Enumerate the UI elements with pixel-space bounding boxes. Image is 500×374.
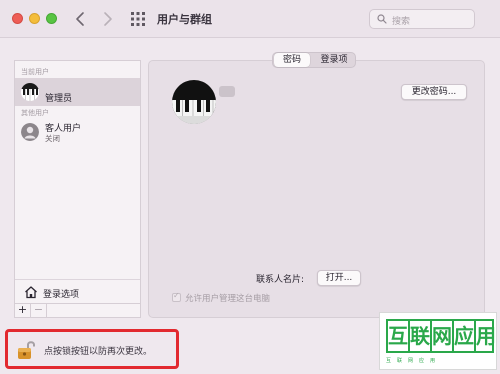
lock-highlight-box: 点按锁按钮以防再次更改。 (5, 329, 179, 369)
contact-card-label: 联系人名片: (256, 275, 305, 285)
tab-bar: 密码 登录项 (272, 52, 356, 68)
watermark-char-5: 用 (474, 319, 496, 353)
current-users-label: 当前用户 (21, 68, 49, 76)
watermark-char-4: 应 (452, 319, 476, 353)
window-title: 用户与群组 (157, 13, 212, 26)
open-contact-card-button[interactable]: 打开... (317, 270, 361, 286)
minimize-window-button[interactable] (29, 13, 40, 24)
allow-admin-label: 允许用户管理这台电脑 (185, 294, 271, 304)
search-placeholder: 搜索 (392, 17, 411, 27)
other-users-label: 其他用户 (21, 109, 49, 117)
site-watermark-logo: 互 联 网 应 用 互联网应用 (379, 312, 497, 370)
allow-admin-row: 允许用户管理这台电脑 (172, 291, 271, 304)
title-bar: 用户与群组 搜索 (0, 0, 500, 38)
tab-login-items[interactable]: 登录项 (313, 53, 355, 67)
change-password-button[interactable]: 更改密码... (401, 84, 467, 100)
tab-password[interactable]: 密码 (274, 53, 310, 67)
login-options-item[interactable]: 登录选项 (15, 283, 140, 303)
close-window-button[interactable] (12, 13, 23, 24)
allow-admin-checkbox[interactable] (172, 291, 181, 302)
avatar-edit-badge[interactable] (219, 86, 235, 97)
forward-arrow-icon[interactable] (100, 10, 116, 28)
watermark-char-2: 联 (408, 319, 432, 353)
user-name-admin: 管理员 (45, 94, 73, 104)
remove-user-button[interactable]: − (31, 304, 47, 317)
guest-avatar-icon (21, 123, 39, 141)
user-item-guest[interactable]: 客人用户 关闭 (15, 118, 140, 146)
zoom-window-button[interactable] (46, 13, 57, 24)
add-user-button[interactable]: + (15, 304, 31, 317)
watermark-char-3: 网 (430, 319, 454, 353)
search-icon (377, 14, 387, 24)
user-item-admin[interactable]: 管理员 (15, 78, 140, 106)
login-options-label: 登录选项 (43, 290, 80, 300)
user-avatar-large[interactable] (172, 80, 216, 124)
watermark-char-1: 互 (386, 319, 410, 353)
piano-avatar-icon (21, 83, 39, 101)
lock-open-icon[interactable] (17, 339, 37, 361)
lock-instruction-text: 点按锁按钮以防再次更改。 (44, 347, 153, 357)
watermark-subtitle: 互联网应用 (386, 358, 442, 364)
users-sidebar: 当前用户 管理员 其他用户 客人用户 关闭 登录选项 (14, 60, 141, 304)
sidebar-divider (15, 279, 140, 280)
user-status-guest: 关闭 (45, 134, 60, 143)
search-field[interactable]: 搜索 (369, 9, 475, 29)
show-all-grid-icon[interactable] (131, 12, 145, 26)
back-arrow-icon[interactable] (72, 10, 88, 28)
house-icon (25, 286, 37, 299)
sidebar-add-remove-bar: + − (14, 304, 141, 318)
